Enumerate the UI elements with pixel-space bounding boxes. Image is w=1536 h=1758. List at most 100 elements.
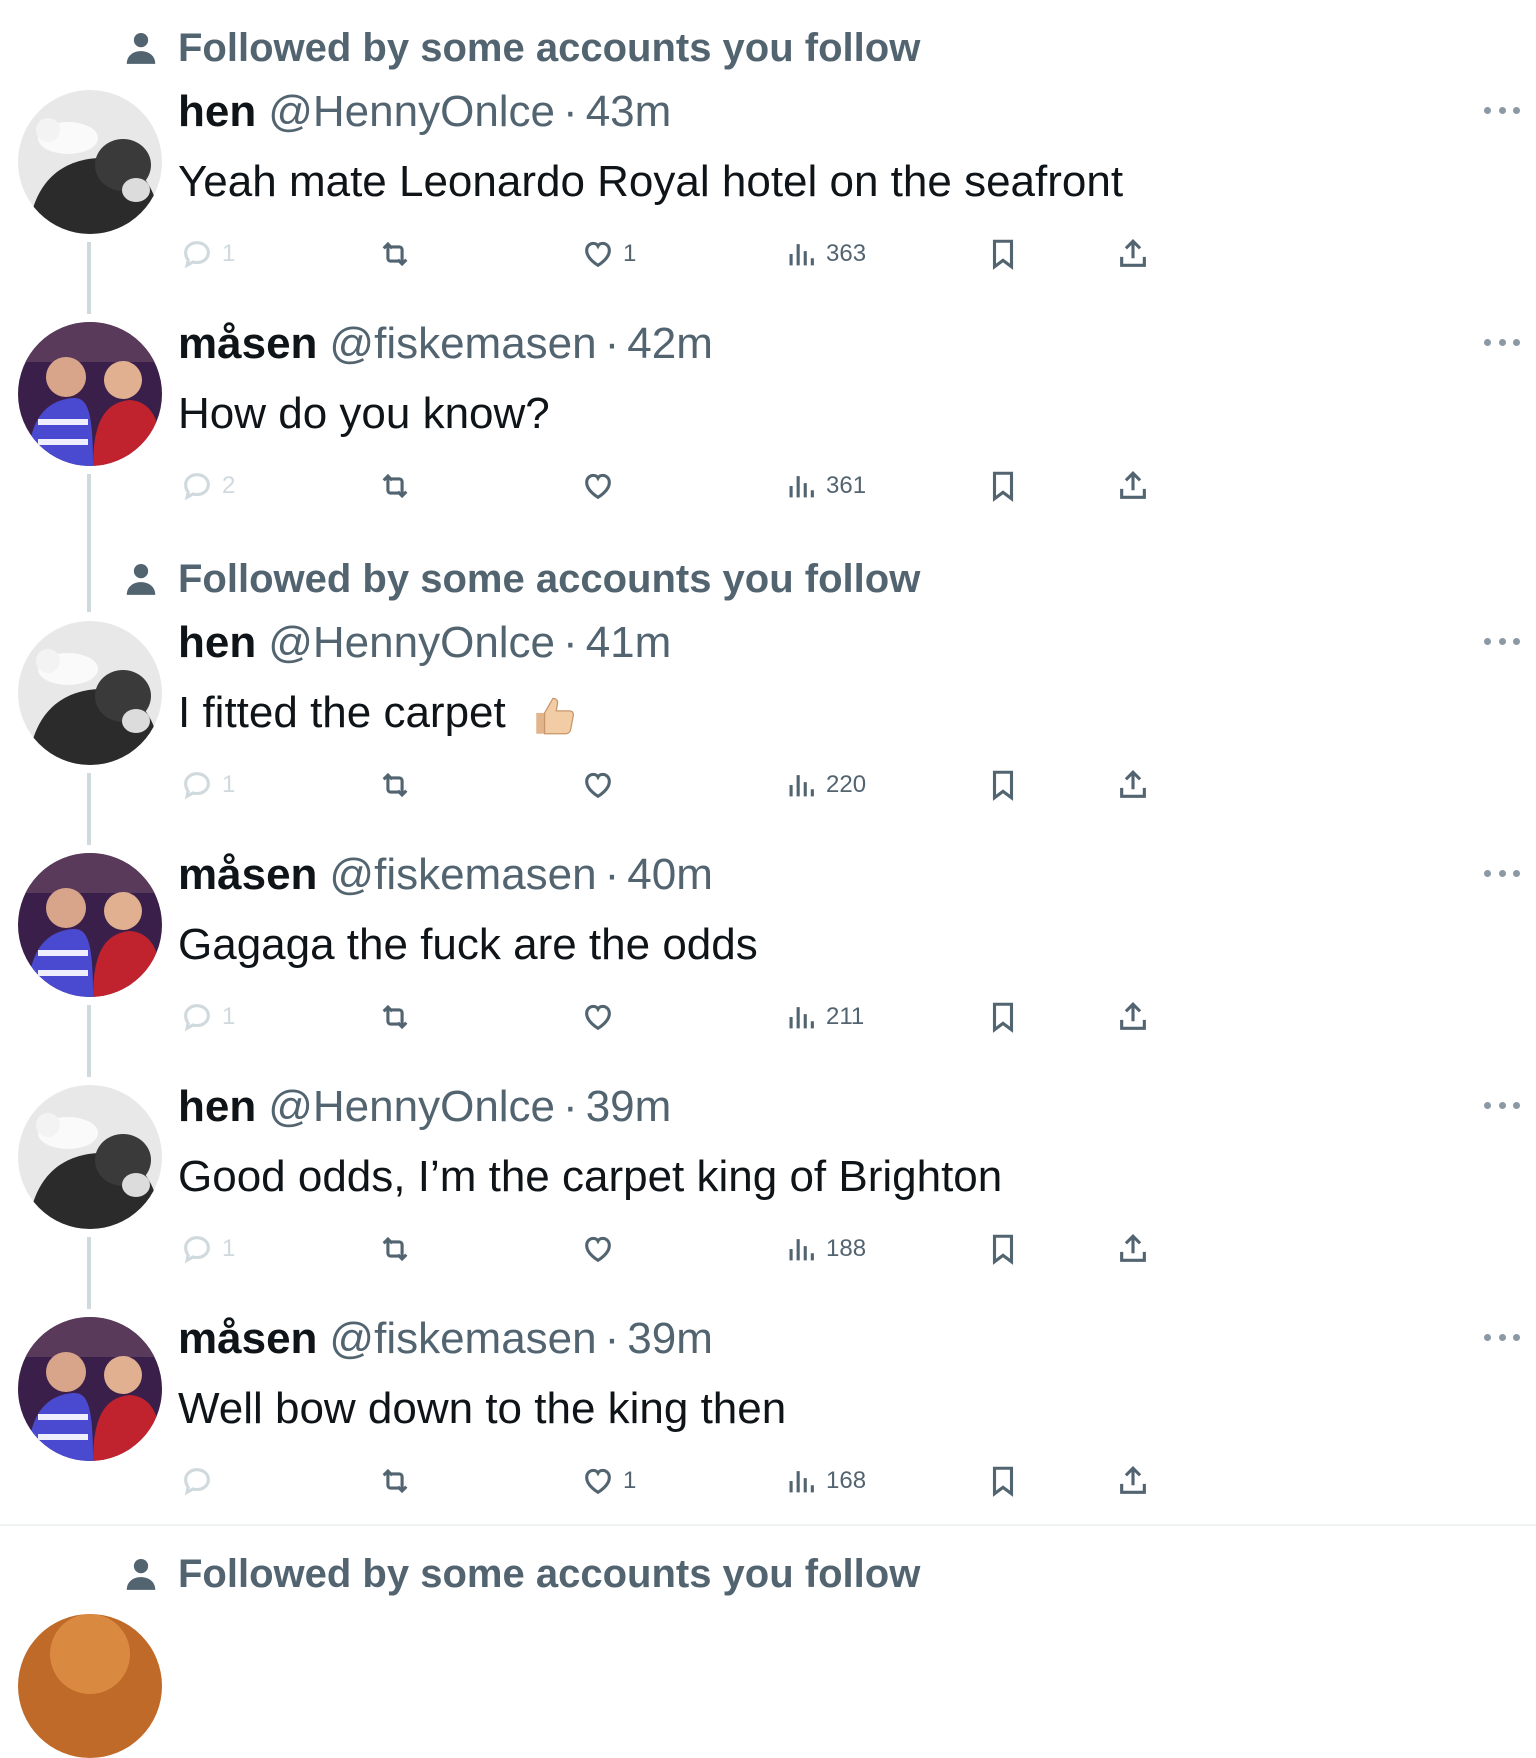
share-icon [1120, 1234, 1146, 1262]
author-handle[interactable]: @fiskemasen [329, 850, 596, 900]
avatar[interactable] [18, 1085, 162, 1229]
share-button[interactable] [1116, 765, 1150, 805]
retweet-button[interactable] [378, 234, 412, 274]
author-name[interactable]: måsen [178, 1314, 317, 1364]
person-icon [126, 32, 156, 64]
reply-button[interactable]: 1 [180, 1229, 235, 1269]
thumbs-up-icon [536, 698, 575, 735]
timestamp[interactable]: 43m [586, 87, 672, 137]
bookmark-button[interactable] [986, 1461, 1020, 1501]
timestamp[interactable]: 39m [586, 1082, 672, 1132]
tweet-header: måsen @fiskemasen · 40m [178, 847, 713, 903]
bookmark-button[interactable] [986, 997, 1020, 1037]
author-handle[interactable]: @fiskemasen [329, 319, 596, 369]
views-button[interactable]: 220 [784, 765, 866, 805]
reply-button[interactable]: 1 [180, 997, 235, 1037]
more-icon[interactable] [1484, 1095, 1520, 1115]
timestamp[interactable]: 42m [627, 319, 713, 369]
author-handle[interactable]: @HennyOnlce [268, 1082, 555, 1132]
bookmark-icon [992, 770, 1014, 801]
avatar[interactable] [18, 853, 162, 997]
share-button[interactable] [1116, 1461, 1150, 1501]
reply-button[interactable] [180, 1461, 222, 1501]
more-icon[interactable] [1484, 863, 1520, 883]
reply-icon [184, 772, 210, 800]
avatar[interactable] [18, 322, 162, 466]
bookmark-button[interactable] [986, 466, 1020, 506]
avatar[interactable] [18, 1614, 162, 1758]
person-icon [126, 1558, 156, 1590]
timestamp[interactable]: 40m [627, 850, 713, 900]
retweet-button[interactable] [378, 466, 412, 506]
view-count: 363 [826, 240, 867, 267]
author-handle[interactable]: @HennyOnlce [268, 618, 555, 668]
author-handle[interactable]: @fiskemasen [329, 1314, 596, 1364]
author-handle[interactable]: @HennyOnlce [268, 87, 555, 137]
like-button[interactable]: 1 [581, 234, 636, 274]
like-button[interactable] [581, 466, 623, 506]
like-count: 1 [623, 1467, 637, 1494]
retweet-button[interactable] [378, 1229, 412, 1269]
avatar[interactable] [18, 90, 162, 234]
retweet-button[interactable] [378, 1461, 412, 1501]
author-name[interactable]: måsen [178, 319, 317, 369]
tweet-header: hen @HennyOnlce · 39m [178, 1079, 671, 1135]
author-name[interactable]: måsen [178, 850, 317, 900]
more-icon[interactable] [1484, 332, 1520, 352]
thread-line [87, 773, 91, 845]
views-button[interactable]: 361 [784, 466, 866, 506]
share-button[interactable] [1116, 1229, 1150, 1269]
reply-button[interactable]: 1 [180, 765, 235, 805]
views-icon [789, 476, 814, 498]
author-name[interactable]: hen [178, 87, 256, 137]
retweet-icon [382, 772, 408, 798]
social-context: Followed by some accounts you follow [122, 1550, 920, 1598]
social-context: Followed by some accounts you follow [122, 24, 920, 72]
reply-icon [184, 1004, 210, 1032]
share-button[interactable] [1116, 997, 1150, 1037]
reply-count: 1 [222, 1235, 236, 1262]
view-count: 211 [826, 1003, 865, 1030]
more-icon[interactable] [1484, 1327, 1520, 1347]
bookmark-button[interactable] [986, 234, 1020, 274]
more-icon[interactable] [1484, 100, 1520, 120]
share-button[interactable] [1116, 466, 1150, 506]
views-icon [789, 1239, 814, 1261]
retweet-button[interactable] [378, 765, 412, 805]
views-button[interactable]: 188 [784, 1229, 866, 1269]
bookmark-icon [992, 1234, 1014, 1265]
reply-icon [184, 241, 210, 269]
separator: · [563, 87, 578, 136]
reply-count: 1 [222, 1003, 236, 1030]
heart-icon [585, 473, 611, 500]
bookmark-button[interactable] [986, 765, 1020, 805]
avatar[interactable] [18, 621, 162, 765]
reply-button[interactable]: 1 [180, 234, 235, 274]
bookmark-button[interactable] [986, 1229, 1020, 1269]
reply-button[interactable]: 2 [180, 466, 235, 506]
retweet-button[interactable] [378, 997, 412, 1037]
views-button[interactable]: 363 [784, 234, 866, 274]
author-name[interactable]: hen [178, 618, 256, 668]
separator: · [604, 1314, 620, 1363]
views-button[interactable]: 168 [784, 1461, 866, 1501]
reply-count: 1 [222, 240, 236, 267]
like-button[interactable] [581, 1229, 623, 1269]
like-button[interactable] [581, 997, 623, 1037]
views-button[interactable]: 211 [784, 997, 864, 1037]
like-button[interactable] [581, 765, 623, 805]
share-icon [1120, 1466, 1146, 1494]
separator: · [604, 319, 620, 368]
author-name[interactable]: hen [178, 1082, 256, 1132]
timestamp[interactable]: 41m [586, 618, 672, 668]
like-button[interactable]: 1 [581, 1461, 636, 1501]
timestamp[interactable]: 39m [627, 1314, 713, 1364]
view-count: 168 [826, 1467, 867, 1494]
avatar[interactable] [18, 1317, 162, 1461]
heart-icon [585, 241, 611, 268]
thread-line [87, 474, 91, 612]
bookmark-icon [992, 1002, 1014, 1033]
share-button[interactable] [1116, 234, 1150, 274]
share-icon [1120, 471, 1146, 499]
more-icon[interactable] [1484, 631, 1520, 651]
